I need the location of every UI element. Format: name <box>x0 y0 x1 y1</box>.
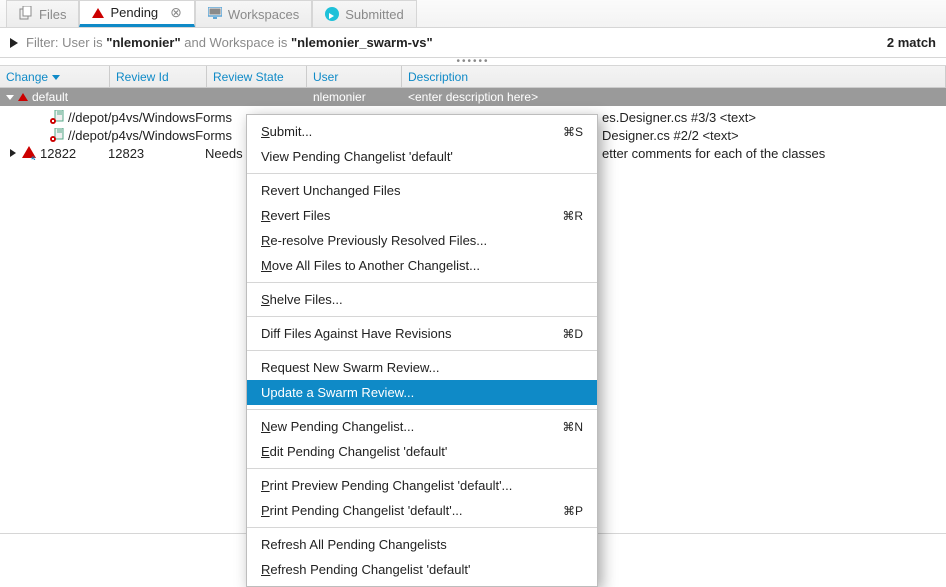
change-number: 12822 <box>40 146 108 161</box>
pending-icon <box>18 93 28 101</box>
filter-bar: Filter: User is "nlemonier" and Workspac… <box>0 28 946 58</box>
close-icon[interactable]: ⊗ <box>170 4 182 21</box>
menu-separator <box>247 316 597 317</box>
col-description[interactable]: Description <box>402 66 946 88</box>
tab-workspaces[interactable]: Workspaces <box>195 0 312 27</box>
user-cell: nlemonier <box>313 90 366 104</box>
filter-text: Filter: User is "nlemonier" and Workspac… <box>26 35 433 50</box>
menu-request-swarm[interactable]: Request New Swarm Review... <box>247 355 597 380</box>
disclosure-open-icon[interactable] <box>6 95 14 100</box>
menu-revert-files[interactable]: Revert Files ⌘R <box>247 203 597 228</box>
tab-bar: Files Pending ⊗ Workspaces Submitted <box>0 0 946 28</box>
menu-separator <box>247 527 597 528</box>
description-cell: <enter description here> <box>408 90 538 104</box>
file-tail: Designer.cs #2/2 <text> <box>602 128 739 143</box>
tab-label: Files <box>39 7 66 22</box>
workspace-icon <box>208 7 222 22</box>
tab-files[interactable]: Files <box>6 0 79 27</box>
context-menu: Submit... ⌘S View Pending Changelist 'de… <box>246 114 598 587</box>
change-cell: default <box>32 90 68 104</box>
split-handle[interactable]: •••••• <box>0 58 946 66</box>
menu-print[interactable]: Print Pending Changelist 'default'... ⌘P <box>247 498 597 523</box>
menu-reresolve[interactable]: Re-resolve Previously Resolved Files... <box>247 228 597 253</box>
menu-update-swarm[interactable]: Update a Swarm Review... <box>247 380 597 405</box>
col-user[interactable]: User <box>307 66 402 88</box>
description-tail: etter comments for each of the classes <box>602 146 825 161</box>
tab-submitted[interactable]: Submitted <box>312 0 417 27</box>
tab-label: Submitted <box>345 7 404 22</box>
submitted-icon <box>325 7 339 21</box>
row-default-changelist[interactable]: default nlemonier <enter description her… <box>0 88 946 106</box>
col-change[interactable]: Change <box>0 66 110 88</box>
review-state: Needs <box>205 146 243 161</box>
menu-new-pending[interactable]: New Pending Changelist... ⌘N <box>247 414 597 439</box>
menu-separator <box>247 468 597 469</box>
menu-separator <box>247 173 597 174</box>
disclosure-closed-icon[interactable] <box>10 149 16 157</box>
tab-pending[interactable]: Pending ⊗ <box>79 0 194 27</box>
menu-separator <box>247 409 597 410</box>
menu-refresh-one[interactable]: Refresh Pending Changelist 'default' <box>247 557 597 582</box>
column-headers: Change Review Id Review State User Descr… <box>0 66 946 88</box>
tab-label: Workspaces <box>228 7 299 22</box>
menu-refresh-all[interactable]: Refresh All Pending Changelists <box>247 532 597 557</box>
edit-file-icon <box>50 128 64 142</box>
col-review-id[interactable]: Review Id <box>110 66 207 88</box>
menu-shelve[interactable]: Shelve Files... <box>247 287 597 312</box>
file-path: //depot/p4vs/WindowsForms <box>68 128 232 143</box>
menu-view-pending[interactable]: View Pending Changelist 'default' <box>247 144 597 169</box>
review-id: 12823 <box>108 146 205 161</box>
file-tail: es.Designer.cs #3/3 <text> <box>602 110 756 125</box>
menu-edit-pending[interactable]: Edit Pending Changelist 'default' <box>247 439 597 464</box>
menu-submit[interactable]: Submit... ⌘S <box>247 119 597 144</box>
svg-text:s: s <box>31 154 36 160</box>
menu-move-all[interactable]: Move All Files to Another Changelist... <box>247 253 597 278</box>
menu-diff-have[interactable]: Diff Files Against Have Revisions ⌘D <box>247 321 597 346</box>
col-review-state[interactable]: Review State <box>207 66 307 88</box>
filter-disclosure-icon[interactable] <box>10 38 18 48</box>
file-path: //depot/p4vs/WindowsForms <box>68 110 232 125</box>
menu-separator <box>247 350 597 351</box>
menu-revert-unchanged[interactable]: Revert Unchanged Files <box>247 178 597 203</box>
menu-separator <box>247 282 597 283</box>
tab-label: Pending <box>110 5 158 20</box>
pending-icon <box>92 8 104 18</box>
match-count: 2 match <box>887 35 936 50</box>
sort-arrow-icon <box>52 75 60 80</box>
menu-print-preview[interactable]: Print Preview Pending Changelist 'defaul… <box>247 473 597 498</box>
edit-file-icon <box>50 110 64 124</box>
pending-changelist-swarm-icon: s <box>22 146 36 160</box>
files-stack-icon <box>19 6 33 23</box>
